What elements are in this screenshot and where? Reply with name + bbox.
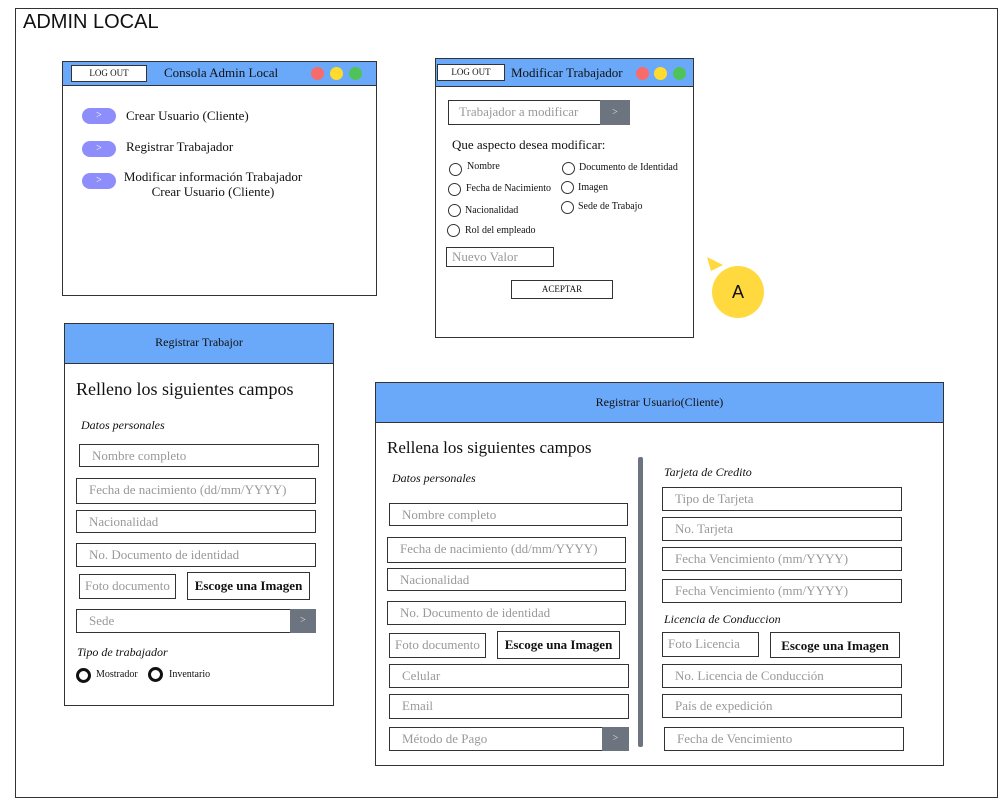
usuario-nacionalidad-input[interactable]: Nacionalidad	[387, 568, 626, 591]
registrar-trabajador-heading: Relleno los siguientes campos	[76, 379, 294, 399]
page-title: ADMIN LOCAL	[23, 11, 159, 33]
usuario-datos-personales-label: Datos personales	[392, 471, 476, 485]
close-dot-icon[interactable]	[636, 67, 649, 80]
registrar-trabajador-header-label: Registrar Trabajor	[155, 335, 243, 349]
minimize-dot-icon[interactable]	[330, 67, 343, 80]
modificar-title: Modificar Trabajador	[511, 65, 623, 80]
radio-label-documento: Documento de Identidad	[579, 162, 678, 173]
consola-window: LOG OUT Consola Admin Local > Crear Usua…	[62, 61, 377, 296]
tipo-trabajador-label: Tipo de trabajador	[77, 645, 168, 659]
sede-select[interactable]: Sede	[76, 609, 316, 633]
fecha-vencimiento-licencia-input[interactable]: Fecha de Vencimiento	[664, 727, 904, 751]
fecha-vencimiento-tarjeta-input[interactable]: Fecha Vencimiento (mm/YYYY)	[662, 547, 902, 571]
metodo-pago-chevron-icon[interactable]: >	[602, 727, 629, 751]
foto-licencia-input[interactable]: Foto Licencia	[662, 632, 759, 657]
menu-item-modificar-line1: Modificar información Trabajador	[123, 169, 303, 184]
menu-item-crear-usuario[interactable]: Crear Usuario (Cliente)	[126, 108, 249, 124]
radio-label-sede-trabajo: Sede de Trabajo	[578, 201, 643, 212]
modificar-window: LOG OUT Modificar Trabajador Trabajador …	[435, 58, 694, 338]
metodo-pago-select[interactable]: Método de Pago	[389, 727, 629, 751]
maximize-dot-icon[interactable]	[349, 67, 362, 80]
registrar-usuario-header: Registrar Usuario(Cliente)	[376, 383, 943, 423]
registrar-trabajador-window: Registrar Trabajor Relleno los siguiente…	[64, 323, 334, 706]
radio-label-imagen: Imagen	[578, 182, 608, 193]
radio-nacionalidad[interactable]	[448, 204, 461, 217]
licencia-escoge-imagen-button[interactable]: Escoge una Imagen	[770, 632, 900, 658]
usuario-escoge-imagen-button[interactable]: Escoge una Imagen	[497, 631, 620, 659]
maximize-dot-icon[interactable]	[673, 67, 686, 80]
radio-label-rol-empleado: Rol del empleado	[465, 225, 536, 236]
radio-mostrador[interactable]	[76, 668, 91, 683]
menu-item-modificar-line2: Crear Usuario (Cliente)	[151, 184, 275, 199]
radio-label-nombre: Nombre	[467, 161, 500, 172]
numero-licencia-input[interactable]: No. Licencia de Conducción	[662, 664, 902, 688]
crear-usuario-arrow-button[interactable]: >	[82, 108, 116, 124]
pais-expedicion-input[interactable]: País de expedición	[662, 694, 902, 718]
usuario-fecha-nacimiento-input[interactable]: Fecha de nacimiento (dd/mm/YYYY)	[387, 537, 626, 563]
radio-inventario[interactable]	[148, 667, 163, 682]
radio-fecha-nacimiento[interactable]	[448, 183, 461, 196]
registrar-trabajador-arrow-button[interactable]: >	[82, 141, 116, 157]
sede-chevron-icon[interactable]: >	[290, 609, 316, 633]
radio-label-mostrador: Mostrador	[96, 669, 138, 680]
fecha-nacimiento-input[interactable]: Fecha de nacimiento (dd/mm/YYYY)	[76, 478, 316, 504]
tarjeta-credito-label: Tarjeta de Credito	[664, 465, 752, 479]
minimize-dot-icon[interactable]	[654, 67, 667, 80]
radio-label-inventario: Inventario	[169, 669, 211, 680]
modificar-trabajador-arrow-button[interactable]: >	[82, 173, 116, 189]
radio-label-fecha-nacimiento: Fecha de Nacimiento	[466, 183, 551, 194]
consola-title: Consola Admin Local	[164, 65, 279, 80]
usuario-documento-input[interactable]: No. Documento de identidad	[387, 601, 626, 625]
nombre-completo-input[interactable]: Nombre completo	[79, 444, 319, 467]
radio-imagen[interactable]	[561, 181, 574, 194]
modificar-question: Que aspecto desea modificar:	[452, 137, 606, 152]
nacionalidad-input[interactable]: Nacionalidad	[76, 510, 316, 533]
registrar-usuario-heading: Rellena los siguientes campos	[387, 438, 592, 457]
menu-item-modificar-trabajador[interactable]: Modificar información Trabajador Crear U…	[123, 169, 303, 199]
modificar-logout-button[interactable]: LOG OUT	[437, 64, 505, 81]
registrar-trabajador-header: Registrar Trabajor	[65, 324, 333, 364]
close-dot-icon[interactable]	[311, 67, 324, 80]
escoge-imagen-button[interactable]: Escoge una Imagen	[187, 572, 310, 600]
radio-sede-trabajo[interactable]	[561, 201, 574, 214]
menu-item-registrar-trabajador[interactable]: Registrar Trabajador	[126, 139, 233, 155]
nuevo-valor-input[interactable]: Nuevo Valor	[446, 247, 554, 267]
consola-logout-button[interactable]: LOG OUT	[71, 65, 147, 82]
licencia-conduccion-label: Licencia de Conduccion	[664, 612, 781, 626]
radio-documento[interactable]	[562, 162, 575, 175]
usuario-foto-documento-input[interactable]: Foto documento	[389, 633, 486, 658]
email-input[interactable]: Email	[389, 694, 629, 719]
annotation-badge: A	[712, 266, 764, 318]
column-divider	[638, 457, 643, 747]
fecha-vencimiento-tarjeta-input-2[interactable]: Fecha Vencimiento (mm/YYYY)	[662, 579, 902, 603]
foto-documento-input[interactable]: Foto documento	[79, 574, 176, 599]
radio-nombre[interactable]	[449, 163, 462, 176]
aceptar-button[interactable]: ACEPTAR	[511, 280, 613, 299]
registrar-usuario-window: Registrar Usuario(Cliente) Rellena los s…	[375, 382, 944, 766]
usuario-nombre-input[interactable]: Nombre completo	[389, 503, 628, 526]
radio-label-nacionalidad: Nacionalidad	[465, 205, 519, 216]
documento-identidad-input[interactable]: No. Documento de identidad	[76, 543, 316, 567]
tipo-tarjeta-input[interactable]: Tipo de Tarjeta	[662, 487, 902, 511]
trabajador-select-chevron-icon[interactable]: >	[600, 100, 630, 125]
celular-input[interactable]: Celular	[389, 664, 629, 688]
numero-tarjeta-input[interactable]: No. Tarjeta	[662, 517, 902, 541]
datos-personales-label: Datos personales	[81, 418, 165, 432]
radio-rol-empleado[interactable]	[447, 224, 460, 237]
registrar-usuario-header-label: Registrar Usuario(Cliente)	[595, 395, 724, 409]
